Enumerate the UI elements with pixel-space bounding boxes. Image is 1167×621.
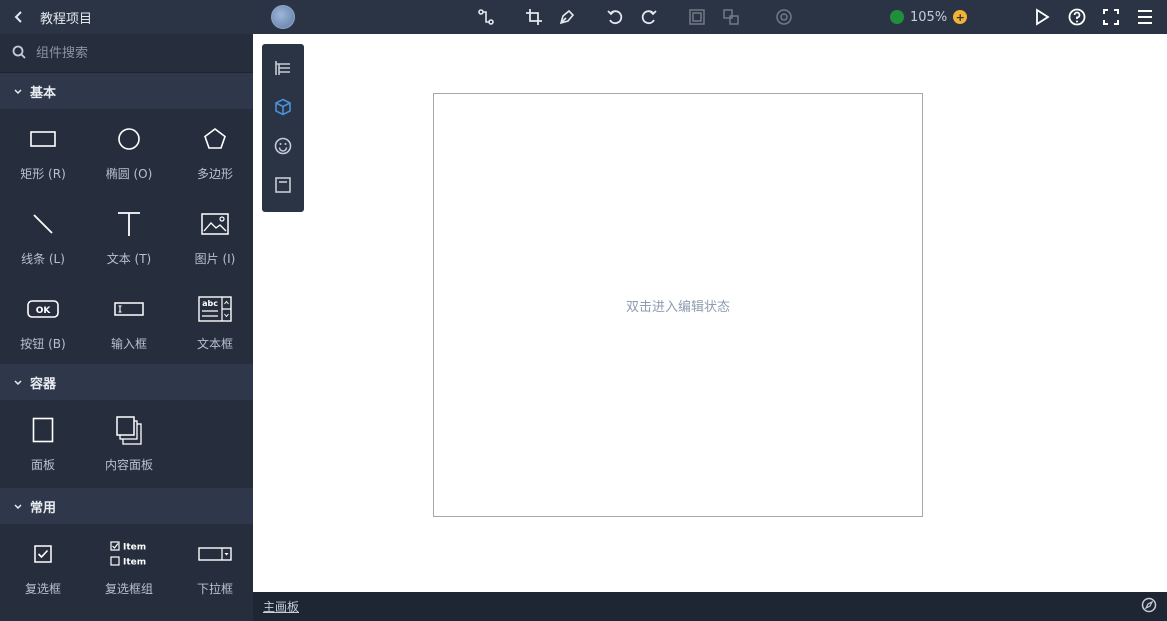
component-search bbox=[0, 34, 253, 73]
help-icon[interactable] bbox=[1064, 0, 1090, 34]
emoji-icon[interactable] bbox=[270, 134, 296, 158]
section-header-basic[interactable]: 基本 bbox=[0, 73, 253, 109]
avatar[interactable] bbox=[270, 0, 296, 34]
section-body-container: 面板 内容面板 bbox=[0, 400, 253, 488]
textarea-icon: abc bbox=[198, 291, 232, 327]
polygon-icon bbox=[203, 121, 227, 157]
section-header-container[interactable]: 容器 bbox=[0, 364, 253, 400]
fullscreen-icon[interactable] bbox=[1098, 0, 1124, 34]
component-sidebar: 基本 矩形 (R) 椭圆 (O) 多边形 线条 (L) 文本 (T) 图片 (I… bbox=[0, 34, 253, 621]
button-icon: OK bbox=[27, 291, 59, 327]
chevron-down-icon bbox=[14, 84, 22, 99]
component-checkbox[interactable]: 复选框 bbox=[0, 524, 86, 609]
component-settings-icon[interactable] bbox=[771, 0, 797, 34]
component-label: 内容面板 bbox=[104, 458, 153, 472]
component-label: 按钮 (B) bbox=[20, 337, 66, 351]
pen-tool-icon[interactable] bbox=[554, 0, 580, 34]
component-label: 多边形 bbox=[196, 167, 233, 181]
component-content-panel[interactable]: 内容面板 bbox=[86, 400, 172, 488]
component-dropdown[interactable]: 下拉框 bbox=[172, 524, 258, 609]
component-line[interactable]: 线条 (L) bbox=[0, 194, 86, 279]
section-title: 容器 bbox=[30, 376, 57, 392]
checkbox-icon bbox=[34, 536, 52, 572]
project-title[interactable]: 教程项目 bbox=[40, 0, 92, 34]
menu-icon[interactable] bbox=[1132, 0, 1158, 34]
section-body-common: 复选框 Item Item 复选框组 下拉框 bbox=[0, 524, 253, 609]
checkbox-group-icon: Item Item bbox=[109, 536, 149, 572]
components-cube-icon[interactable] bbox=[270, 95, 296, 119]
image-icon bbox=[201, 206, 229, 242]
panel-icon bbox=[32, 412, 54, 448]
rectangle-icon bbox=[30, 121, 56, 157]
ungroup-icon[interactable] bbox=[718, 0, 744, 34]
section-title: 基本 bbox=[30, 85, 57, 101]
status-bar: 主画板 bbox=[253, 592, 1167, 621]
undo-icon[interactable] bbox=[602, 0, 628, 34]
text-icon bbox=[117, 206, 141, 242]
component-image[interactable]: 图片 (I) bbox=[172, 194, 258, 279]
master-icon[interactable] bbox=[270, 173, 296, 197]
textarea-icon-text: abc bbox=[202, 299, 218, 308]
floating-toolbar bbox=[262, 44, 304, 212]
component-label: 下拉框 bbox=[196, 582, 233, 596]
chevron-down-icon bbox=[14, 375, 22, 390]
back-arrow-icon[interactable] bbox=[8, 0, 30, 34]
artboard[interactable]: 双击进入编辑状态 bbox=[433, 93, 923, 517]
component-ellipse[interactable]: 椭圆 (O) bbox=[86, 109, 172, 194]
dropdown-icon bbox=[198, 536, 232, 572]
component-button[interactable]: OK 按钮 (B) bbox=[0, 279, 86, 364]
search-icon bbox=[12, 45, 26, 62]
group-icon[interactable] bbox=[684, 0, 710, 34]
zoom-level[interactable]: 105% bbox=[910, 10, 947, 25]
connector-tool-icon[interactable] bbox=[473, 0, 499, 34]
component-label: 面板 bbox=[30, 458, 55, 472]
section-title: 常用 bbox=[30, 500, 57, 516]
component-label: 文本 (T) bbox=[106, 252, 152, 266]
button-icon-text: OK bbox=[36, 306, 52, 316]
zoom-control[interactable]: 105% + bbox=[890, 0, 968, 34]
top-toolbar: 教程项目 105% + bbox=[0, 0, 1167, 34]
redo-icon[interactable] bbox=[636, 0, 662, 34]
component-panel[interactable]: 面板 bbox=[0, 400, 86, 488]
page-tab-main-artboard[interactable]: 主画板 bbox=[263, 598, 299, 615]
component-label: 椭圆 (O) bbox=[105, 167, 153, 181]
compass-icon[interactable] bbox=[1141, 597, 1157, 616]
crop-tool-icon[interactable] bbox=[521, 0, 547, 34]
input-icon bbox=[114, 291, 144, 327]
component-polygon[interactable]: 多边形 bbox=[172, 109, 258, 194]
checkbox-group-item-text: Item bbox=[123, 543, 146, 553]
play-preview-icon[interactable] bbox=[1029, 0, 1055, 34]
component-text[interactable]: 文本 (T) bbox=[86, 194, 172, 279]
component-textarea[interactable]: abc 文本框 bbox=[172, 279, 258, 364]
content-panel-icon bbox=[115, 412, 143, 448]
section-header-common[interactable]: 常用 bbox=[0, 488, 253, 524]
component-label: 矩形 (R) bbox=[20, 167, 66, 181]
component-checkbox-group[interactable]: Item Item 复选框组 bbox=[86, 524, 172, 609]
layers-icon[interactable] bbox=[270, 56, 296, 80]
checkbox-group-item-text: Item bbox=[123, 558, 146, 568]
search-input[interactable] bbox=[36, 45, 236, 61]
component-label: 输入框 bbox=[110, 337, 147, 351]
ellipse-icon bbox=[117, 121, 141, 157]
component-label: 图片 (I) bbox=[194, 252, 236, 266]
component-label: 线条 (L) bbox=[21, 252, 65, 266]
component-label: 复选框 bbox=[24, 582, 61, 596]
zoom-in-icon[interactable]: + bbox=[953, 10, 968, 24]
component-rectangle[interactable]: 矩形 (R) bbox=[0, 109, 86, 194]
component-label: 复选框组 bbox=[104, 582, 153, 596]
artboard-hint: 双击进入编辑状态 bbox=[625, 299, 730, 315]
component-input[interactable]: 输入框 bbox=[86, 279, 172, 364]
section-body-basic: 矩形 (R) 椭圆 (O) 多边形 线条 (L) 文本 (T) 图片 (I) O… bbox=[0, 109, 253, 364]
component-label: 文本框 bbox=[196, 337, 233, 351]
line-icon bbox=[32, 206, 54, 242]
chevron-down-icon bbox=[14, 499, 22, 514]
zoom-out-icon[interactable] bbox=[890, 10, 904, 24]
